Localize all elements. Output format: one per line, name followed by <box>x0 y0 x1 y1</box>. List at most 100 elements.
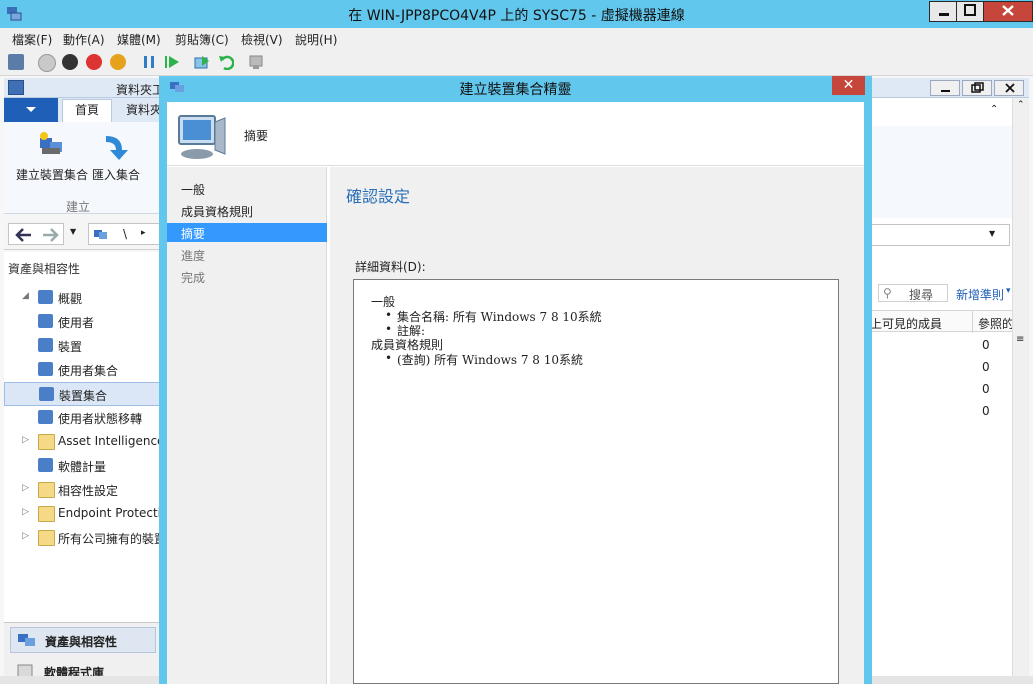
pause-icon[interactable] <box>141 54 157 70</box>
column-header-members[interactable]: 上可見的成員 <box>870 315 942 332</box>
wizard-page-header: 摘要 <box>244 129 269 143</box>
ribbon-panel: 建立裝置集合 匯入集合 建立 <box>4 122 164 214</box>
tree-item-label: 所有公司擁有的裝置 <box>58 532 167 546</box>
create-device-collection-label: 建立裝置集合 <box>16 168 89 182</box>
tree-item[interactable]: 軟體計量 <box>4 454 160 476</box>
tree-item[interactable]: 裝置 <box>4 334 160 356</box>
import-collection-button[interactable]: 匯入集合 <box>90 126 144 186</box>
menu-action[interactable]: 動作(A) <box>63 31 105 48</box>
tree-item-label: 裝置 <box>58 340 83 354</box>
vm-window-title: 在 WIN-JPP8PCO4V4P 上的 SYSC75 - 虛擬機器連線 <box>348 8 685 24</box>
create-device-collection-button[interactable]: 建立裝置集合 <box>12 126 88 186</box>
tab-home[interactable]: 首頁 <box>62 99 112 122</box>
vm-toolbar <box>0 49 1033 76</box>
import-arrow-icon <box>106 136 128 160</box>
address-dropdown[interactable]: ▼ <box>870 224 1010 246</box>
expand-arrow-icon[interactable]: ▷ <box>22 531 29 541</box>
software-metering-icon <box>38 458 53 472</box>
menu-media[interactable]: 媒體(M) <box>117 31 161 48</box>
tree-item-label: 裝置集合 <box>59 389 108 403</box>
create-collection-icon <box>40 132 62 154</box>
folder-icon <box>38 506 55 522</box>
tree-item[interactable]: ▷ Asset Intelligence <box>4 430 164 452</box>
tree-item[interactable]: ▷ 相容性設定 <box>4 478 160 500</box>
collapse-ribbon-icon[interactable]: ⌃ <box>990 104 998 115</box>
navigation-tree: 資產與相容性 ◢ 概觀 使用者 裝置 使用者集合 裝置集合 使用者狀態移轉 ▷ Asset In… <box>4 252 176 622</box>
file-menu-button[interactable] <box>4 98 58 122</box>
tree-item[interactable]: ◢ 概觀 <box>4 286 160 308</box>
results-pane: ⌃ ▼ ⚲ 搜尋 新增準則 ▾ 上可見的成員 參照的 0 0 0 0 ⌃ ≡ <box>870 98 1029 684</box>
scroll-grip-icon[interactable]: ≡ <box>1016 334 1024 345</box>
console-minimize-button[interactable] <box>930 80 960 96</box>
tree-item[interactable]: 使用者 <box>4 310 160 332</box>
maximize-button[interactable] <box>956 1 985 22</box>
tree-item-label: 使用者狀態移轉 <box>58 412 143 426</box>
console-close-button[interactable] <box>994 80 1024 96</box>
tree-item-label: 相容性設定 <box>58 484 119 498</box>
tree-item[interactable]: ▷ Endpoint Protection <box>4 502 176 524</box>
menu-clipboard[interactable]: 剪貼簿(C) <box>175 31 229 48</box>
tree-item-label: 使用者 <box>58 316 95 330</box>
vertical-scrollbar[interactable]: ⌃ ≡ <box>1012 98 1029 684</box>
wizard-header: 摘要 <box>167 102 864 166</box>
wizard-title-bar: 建立裝置集合精靈 ✕ <box>159 76 872 100</box>
add-criteria-link[interactable]: 新增準則 <box>956 286 1004 303</box>
back-arrow-icon[interactable] <box>13 226 35 244</box>
start-icon[interactable] <box>38 54 56 72</box>
step-label: 摘要 <box>181 227 206 241</box>
step-general[interactable]: 一般 <box>167 179 327 198</box>
turn-off-icon[interactable] <box>62 54 78 70</box>
tree-item[interactable]: 使用者狀態移轉 <box>4 406 160 428</box>
column-divider[interactable] <box>972 311 973 333</box>
workspace-assets-compliance[interactable]: 資產與相容性 <box>10 627 156 653</box>
add-criteria-chevron-icon[interactable]: ▾ <box>1006 286 1011 296</box>
menu-view[interactable]: 檢視(V) <box>241 31 283 48</box>
checkpoint-icon[interactable] <box>194 54 210 70</box>
forward-arrow-icon[interactable] <box>39 226 61 244</box>
step-label: 完成 <box>181 271 206 285</box>
tree-item[interactable]: ▷ 所有公司擁有的裝置 <box>4 526 166 548</box>
navigation-bar: ▼ \ ▸ <box>4 218 164 250</box>
address-dropdown-icon: ▼ <box>989 229 996 238</box>
ctrl-alt-del-icon[interactable] <box>8 54 24 70</box>
device-icon <box>38 338 53 352</box>
wizard-close-button[interactable]: ✕ <box>832 76 865 95</box>
expand-arrow-icon[interactable]: ▷ <box>22 435 29 445</box>
console-restore-button[interactable] <box>962 80 992 96</box>
step-membership-rules[interactable]: 成員資格規則 <box>167 201 327 220</box>
breadcrumb-chevron-icon[interactable]: ▸ <box>141 228 146 238</box>
results-header: 上可見的成員 參照的 <box>870 310 1029 333</box>
table-row[interactable]: 0 <box>982 404 990 418</box>
tree-item[interactable]: 使用者集合 <box>4 358 160 380</box>
expand-arrow-icon[interactable]: ▷ <box>22 483 29 493</box>
enhanced-session-icon[interactable] <box>248 54 264 70</box>
tab-folder[interactable]: 資料夾 <box>126 101 162 118</box>
scroll-up-icon[interactable]: ⌃ <box>1017 100 1025 110</box>
history-dropdown-icon[interactable]: ▼ <box>70 227 76 236</box>
close-button[interactable] <box>983 1 1033 22</box>
tree-item-label: Asset Intelligence <box>58 434 165 448</box>
expand-arrow-icon[interactable]: ◢ <box>22 291 29 301</box>
step-summary[interactable]: 摘要 <box>167 223 327 242</box>
breadcrumb[interactable]: \ ▸ <box>88 223 164 245</box>
breadcrumb-separator: \ <box>123 227 128 241</box>
minimize-button[interactable] <box>929 1 959 22</box>
column-header-referenced[interactable]: 參照的 <box>978 315 1014 332</box>
step-progress: 進度 <box>167 245 327 264</box>
tree-item[interactable]: 裝置集合 <box>4 382 162 406</box>
table-row[interactable]: 0 <box>982 360 990 374</box>
step-completion: 完成 <box>167 267 327 286</box>
menu-help[interactable]: 說明(H) <box>295 31 337 48</box>
details-textbox[interactable]: 一般 集合名稱: 所有 Windows 7 8 10系統 註解: 成員資格規則 … <box>353 279 839 684</box>
menu-file[interactable]: 檔案(F) <box>12 31 52 48</box>
search-button[interactable]: ⚲ 搜尋 <box>878 284 948 302</box>
table-row[interactable]: 0 <box>982 382 990 396</box>
revert-icon[interactable] <box>218 54 235 71</box>
details-collection-name: 集合名稱: 所有 Windows 7 8 10系統 <box>385 308 602 325</box>
expand-arrow-icon[interactable]: ▷ <box>22 507 29 517</box>
table-row[interactable]: 0 <box>982 338 990 352</box>
power-icon[interactable] <box>110 54 126 70</box>
resume-icon[interactable] <box>164 54 180 70</box>
shutdown-icon[interactable] <box>86 54 102 70</box>
tree-item-label: 使用者集合 <box>58 364 119 378</box>
